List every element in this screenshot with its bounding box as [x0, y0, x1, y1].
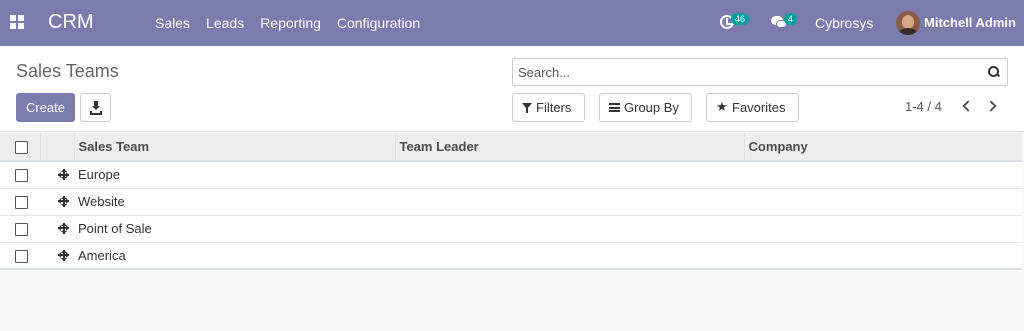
list-view: Sales Team Team Leader Company Europe We…	[0, 133, 1024, 331]
sales-team-name: Website	[78, 194, 125, 209]
handle-column-header	[39, 133, 74, 161]
company-cell	[744, 188, 1022, 215]
company-cell	[744, 215, 1022, 242]
control-panel: Sales Teams Create Filters Group By ★ Fa…	[0, 46, 1024, 132]
menu-item-configuration[interactable]: Configuration	[329, 15, 428, 31]
apps-grid-icon[interactable]	[10, 15, 24, 29]
app-name[interactable]: CRM	[48, 11, 94, 34]
user-menu[interactable]: Mitchell Admin	[924, 15, 1016, 30]
team-leader-cell	[395, 242, 744, 269]
table-row[interactable]: Point of Sale	[0, 215, 1022, 242]
create-button[interactable]: Create	[16, 93, 75, 122]
drag-handle-icon[interactable]	[58, 249, 69, 261]
filters-label: Filters	[536, 100, 572, 115]
activity-count-badge: 46	[731, 13, 750, 25]
main-menu: Sales Leads Reporting Configuration	[147, 0, 428, 46]
menu-item-leads[interactable]: Leads	[198, 15, 252, 31]
menu-item-sales[interactable]: Sales	[147, 15, 198, 31]
column-header-team-leader[interactable]: Team Leader	[394, 133, 744, 161]
drag-handle-icon[interactable]	[58, 222, 69, 234]
favorites-button[interactable]: ★ Favorites	[706, 93, 799, 122]
table-row[interactable]: Website	[0, 188, 1022, 215]
sales-team-name: Europe	[78, 167, 120, 183]
sales-team-name: America	[78, 247, 126, 263]
drag-handle-icon[interactable]	[58, 195, 69, 207]
chevron-right-icon[interactable]	[986, 99, 1000, 113]
funnel-icon	[522, 103, 532, 113]
drag-handle-icon[interactable]	[58, 169, 69, 180]
group-by-button[interactable]: Group By	[599, 93, 692, 122]
company-switcher[interactable]: Cybrosys	[815, 15, 873, 31]
message-count-badge: 4	[784, 13, 798, 25]
download-button[interactable]	[80, 93, 111, 122]
star-icon: ★	[716, 99, 728, 114]
menu-item-reporting[interactable]: Reporting	[252, 15, 329, 31]
column-header-sales-team[interactable]: Sales Team	[73, 133, 395, 161]
search-bar	[512, 58, 1008, 86]
sales-teams-table: Sales Team Team Leader Company Europe We…	[0, 133, 1022, 270]
table-row[interactable]: America	[0, 242, 1022, 269]
download-icon	[92, 101, 100, 110]
top-navbar: CRM Sales Leads Reporting Configuration …	[0, 0, 1024, 46]
table-header-row: Sales Team Team Leader Company	[0, 133, 1022, 161]
row-checkbox[interactable]	[15, 249, 28, 263]
team-leader-cell	[395, 188, 744, 215]
bars-icon	[609, 103, 620, 112]
sales-team-name: Point of Sale	[78, 221, 152, 236]
row-checkbox[interactable]	[15, 223, 28, 237]
column-header-company[interactable]: Company	[743, 133, 1022, 161]
search-icon[interactable]	[988, 66, 999, 77]
table-row[interactable]: Europe	[0, 161, 1022, 188]
user-avatar[interactable]	[896, 11, 920, 35]
select-all-checkbox[interactable]	[15, 141, 28, 155]
page-title[interactable]: Sales Teams	[16, 61, 119, 82]
group-by-label: Group By	[624, 100, 679, 115]
row-checkbox[interactable]	[15, 169, 28, 183]
company-cell	[744, 161, 1022, 188]
row-checkbox[interactable]	[15, 196, 28, 210]
search-input[interactable]	[513, 59, 983, 85]
team-leader-cell	[395, 215, 744, 242]
team-leader-cell	[395, 161, 744, 188]
select-all-cell	[0, 133, 40, 161]
company-cell	[744, 242, 1022, 269]
pager-value[interactable]: 1-4 / 4	[905, 99, 942, 114]
chevron-left-icon[interactable]	[960, 99, 974, 113]
filters-button[interactable]: Filters	[512, 93, 585, 122]
favorites-label: Favorites	[732, 100, 786, 115]
